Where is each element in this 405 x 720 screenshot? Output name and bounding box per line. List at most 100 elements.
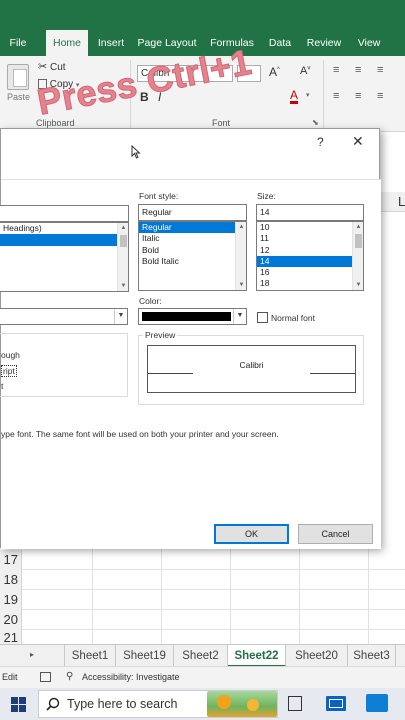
strikethrough-label[interactable]: ough: [1, 350, 20, 360]
accessibility-status[interactable]: Accessibility: Investigate: [82, 672, 180, 682]
font-name-list[interactable]: Headings) ▲ ▼: [0, 222, 129, 292]
list-item[interactable]: Headings): [0, 223, 128, 234]
column-header-cell[interactable]: L: [398, 194, 405, 209]
list-item[interactable]: Bold: [139, 245, 246, 256]
gridline: [0, 629, 405, 630]
sheet-tab[interactable]: Sheet3: [348, 645, 396, 667]
font-tab-panel: Headings) ▲ ▼ Font style: Regular Regula…: [0, 179, 381, 549]
list-item[interactable]: 18: [257, 278, 363, 289]
list-item[interactable]: 14: [257, 255, 363, 268]
preview-baseline: [148, 373, 193, 374]
align-top-icon[interactable]: ≡: [333, 64, 339, 76]
cut-label: Cut: [50, 62, 66, 73]
font-style-list[interactable]: Regular Italic Bold Bold Italic ▲ ▼: [138, 221, 247, 291]
chevron-down-icon[interactable]: ▾: [306, 91, 310, 99]
accessibility-icon[interactable]: ⚲: [66, 671, 73, 682]
scroll-up-icon[interactable]: ▲: [118, 223, 128, 233]
preview-text: Calibri: [239, 360, 264, 370]
preview-label: Preview: [143, 330, 178, 340]
tab-home[interactable]: Home: [46, 30, 88, 56]
size-label: Size:: [257, 191, 276, 201]
font-name-input[interactable]: [0, 205, 129, 222]
sheet-tab[interactable]: Sheet20: [286, 645, 348, 667]
sheet-scroll-right-icon[interactable]: ▸: [30, 650, 34, 659]
subscript-label[interactable]: t: [1, 381, 3, 391]
taskbar-search-box[interactable]: Type here to search: [38, 690, 278, 718]
paste-button-label[interactable]: Paste: [7, 92, 30, 102]
font-style-input[interactable]: Regular: [138, 204, 247, 221]
row-header[interactable]: 20: [0, 610, 22, 630]
scroll-thumb[interactable]: [120, 235, 127, 247]
close-button[interactable]: ✕: [352, 133, 364, 150]
size-input[interactable]: 14: [256, 204, 364, 221]
chevron-down-icon[interactable]: ▼: [114, 309, 127, 324]
align-left-icon[interactable]: ≡: [333, 90, 339, 102]
superscript-label[interactable]: ript: [1, 365, 17, 377]
status-mode: Edit: [2, 672, 18, 682]
list-item[interactable]: Regular: [139, 222, 246, 234]
align-right-icon[interactable]: ≡: [377, 90, 383, 102]
list-item[interactable]: [0, 234, 128, 246]
sheet-tab-bar: ▸ Sheet1 Sheet19 Sheet2 Sheet22 Sheet20 …: [0, 644, 405, 667]
dialog-launcher-icon[interactable]: ⬊: [312, 118, 319, 127]
tab-data[interactable]: Data: [266, 30, 294, 56]
chevron-down-icon[interactable]: ▼: [233, 309, 246, 324]
normal-font-checkbox[interactable]: [257, 312, 268, 323]
row-header[interactable]: 18: [0, 570, 22, 590]
edge-browser-icon[interactable]: [366, 694, 388, 712]
mail-icon[interactable]: [326, 696, 346, 711]
list-item[interactable]: 16: [257, 267, 363, 278]
scroll-up-icon[interactable]: ▲: [236, 222, 246, 232]
row-header[interactable]: 19: [0, 590, 22, 610]
scroll-up-icon[interactable]: ▲: [353, 222, 363, 232]
sheet-tab[interactable]: Sheet1: [64, 645, 116, 667]
windows-start-icon[interactable]: [11, 697, 26, 712]
scrollbar[interactable]: ▲ ▼: [117, 223, 128, 291]
tab-insert[interactable]: Insert: [94, 30, 128, 56]
group-separator: [323, 60, 324, 128]
sheet-tab-active[interactable]: Sheet22: [228, 645, 286, 667]
scroll-down-icon[interactable]: ▼: [118, 281, 128, 291]
underline-select[interactable]: ▼: [0, 308, 128, 325]
align-bottom-icon[interactable]: ≡: [377, 64, 383, 76]
status-bar: Edit ⚲ Accessibility: Investigate: [0, 666, 405, 688]
row-header[interactable]: 17: [0, 550, 22, 570]
macro-record-icon[interactable]: [40, 672, 51, 682]
cancel-button[interactable]: Cancel: [298, 524, 373, 544]
sheet-tab[interactable]: Sheet19: [116, 645, 174, 667]
row-header[interactable]: 21: [0, 630, 22, 645]
color-select[interactable]: ▼: [138, 308, 247, 325]
align-center-icon[interactable]: ≡: [355, 90, 361, 102]
scroll-down-icon[interactable]: ▼: [353, 280, 363, 290]
scroll-down-icon[interactable]: ▼: [236, 280, 246, 290]
flower-icon: [247, 699, 259, 711]
list-item[interactable]: 10: [257, 222, 363, 233]
scissors-icon: ✂: [38, 61, 48, 73]
align-middle-icon[interactable]: ≡: [355, 64, 361, 76]
help-button[interactable]: ?: [317, 135, 324, 149]
decrease-font-icon[interactable]: Av: [300, 65, 310, 77]
font-color-icon[interactable]: A: [290, 89, 299, 104]
list-item[interactable]: Italic: [139, 233, 246, 244]
list-item[interactable]: 12: [257, 245, 363, 256]
size-list[interactable]: 10 11 12 14 16 18 ▲ ▼: [256, 221, 364, 291]
dialog-title-bar[interactable]: ? ✕: [1, 129, 381, 159]
cut-button[interactable]: ✂ Cut: [38, 60, 66, 73]
scrollbar[interactable]: ▲ ▼: [352, 222, 363, 290]
increase-font-icon[interactable]: A^: [269, 65, 280, 79]
task-view-icon[interactable]: [288, 696, 302, 711]
taskbar: Type here to search: [0, 688, 405, 720]
tab-file[interactable]: File: [4, 30, 32, 56]
list-item[interactable]: 11: [257, 233, 363, 244]
color-swatch: [142, 312, 231, 321]
list-item[interactable]: Bold Italic: [139, 256, 246, 267]
ok-button[interactable]: OK: [214, 524, 289, 544]
scrollbar[interactable]: ▲ ▼: [235, 222, 246, 290]
tab-view[interactable]: View: [354, 30, 384, 56]
sheet-tab[interactable]: Sheet2: [174, 645, 228, 667]
scroll-thumb[interactable]: [355, 234, 362, 248]
search-icon: [46, 697, 60, 711]
paste-icon[interactable]: [7, 64, 29, 90]
mouse-cursor-icon: [131, 145, 141, 159]
tab-review[interactable]: Review: [304, 30, 344, 56]
